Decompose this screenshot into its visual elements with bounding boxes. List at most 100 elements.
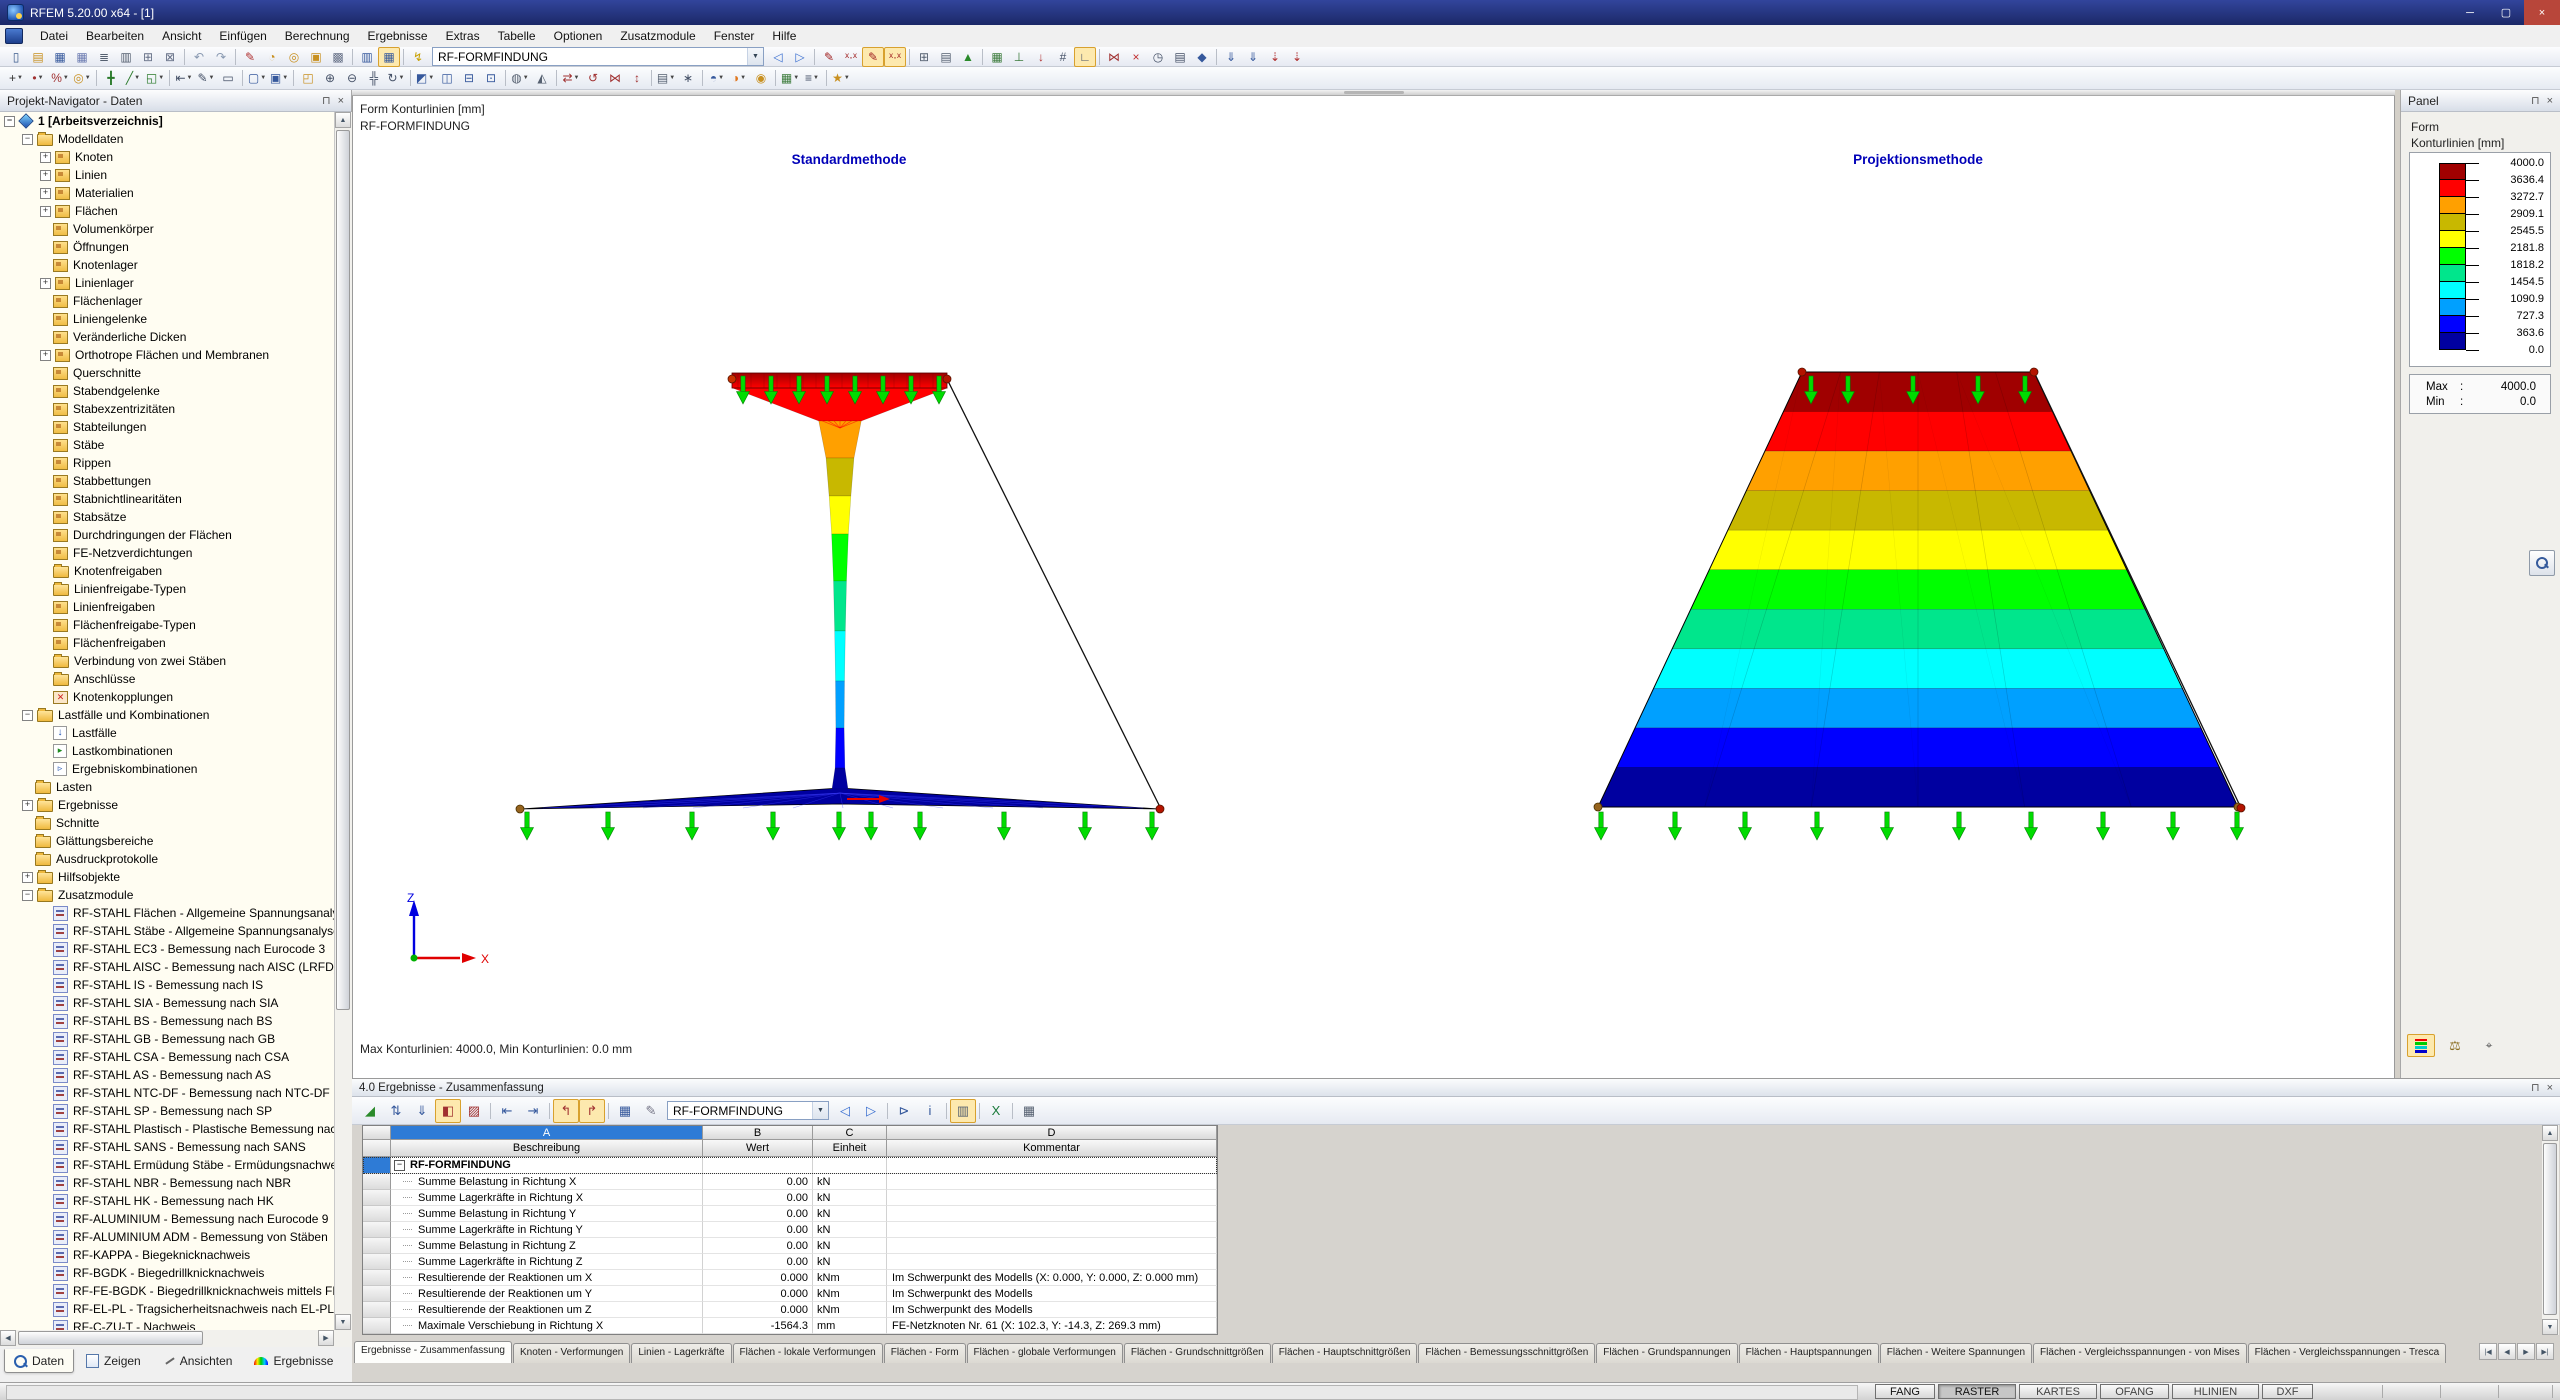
- results-tab[interactable]: Flächen - Form: [884, 1343, 966, 1363]
- jump-next-button[interactable]: ↱: [579, 1099, 605, 1123]
- table-row[interactable]: Summe Lagerkräfte in Richtung Z0.00kN: [363, 1254, 1217, 1270]
- tree-item[interactable]: RF-STAHL Plastisch - Plastische Bemessun…: [0, 1120, 334, 1138]
- row-gutter[interactable]: [363, 1238, 391, 1254]
- tree-item[interactable]: Glättungsbereiche: [0, 832, 334, 850]
- view-isometric-button[interactable]: ◩▼: [414, 68, 436, 88]
- row-gutter[interactable]: [363, 1286, 391, 1302]
- row-gutter[interactable]: [363, 1222, 391, 1238]
- navigator-tab-ansichten[interactable]: Ansichten: [153, 1349, 243, 1373]
- load-arrow-red-1-button[interactable]: ⇣: [1264, 47, 1286, 67]
- table-row[interactable]: Maximale Verschiebung in Richtung X-1564…: [363, 1318, 1217, 1334]
- menu-berechnung[interactable]: Berechnung: [276, 26, 359, 46]
- jump-previous-button[interactable]: ↰: [553, 1099, 579, 1123]
- find-flag-button[interactable]: ⊳: [891, 1099, 917, 1123]
- tree-item[interactable]: Ausdruckprotokolle: [0, 850, 334, 868]
- tree-item[interactable]: RF-STAHL Ermüdung Stäbe - Ermüdungsnachw…: [0, 1156, 334, 1174]
- tree-item[interactable]: Stabsätze: [0, 508, 334, 526]
- show-results-button[interactable]: ✎: [818, 47, 840, 67]
- load-arrow-blue-2-button[interactable]: ⇓: [1242, 47, 1264, 67]
- tree-item[interactable]: RF-STAHL SP - Bemessung nach SP: [0, 1102, 334, 1120]
- tree-item[interactable]: +Orthotrope Flächen und Membranen: [0, 346, 334, 364]
- status-toggle-hlinien[interactable]: HLINIEN: [2172, 1384, 2259, 1399]
- scroll-thumb[interactable]: [2543, 1143, 2557, 1315]
- tree-item[interactable]: Stabendgelenke: [0, 382, 334, 400]
- row-gutter[interactable]: [363, 1157, 391, 1174]
- print-graphic-button[interactable]: ⊞: [913, 47, 935, 67]
- results-tab[interactable]: Linien - Lagerkräfte: [631, 1343, 731, 1363]
- pin-icon[interactable]: ⊓: [2531, 1081, 2540, 1094]
- menu-datei[interactable]: Datei: [31, 26, 77, 46]
- tree-expander[interactable]: +: [22, 800, 33, 811]
- tab-nav-button[interactable]: ◀: [2498, 1343, 2516, 1360]
- table-edit-mode-button[interactable]: ✎: [638, 1099, 664, 1123]
- column-header[interactable]: Kommentar: [887, 1140, 1217, 1157]
- table-row[interactable]: Summe Belastung in Richtung X0.00kN: [363, 1174, 1217, 1190]
- status-toggle-ofang[interactable]: OFANG: [2100, 1384, 2169, 1399]
- results-tab[interactable]: Flächen - Vergleichsspannungen - Tresca: [2248, 1343, 2447, 1363]
- tree-item[interactable]: Veränderliche Dicken: [0, 328, 334, 346]
- status-toggle-fang[interactable]: FANG: [1875, 1384, 1935, 1399]
- tree-item[interactable]: Verbindung von zwei Stäben: [0, 652, 334, 670]
- tree-item[interactable]: +Ergebnisse: [0, 796, 334, 814]
- new-file-button[interactable]: ▯: [5, 47, 27, 67]
- mirror-model-button[interactable]: ⋈: [1103, 47, 1125, 67]
- print-preview-button[interactable]: ▥: [115, 47, 137, 67]
- excel-export-button[interactable]: X: [983, 1099, 1009, 1123]
- table-download-button[interactable]: ⇓: [409, 1099, 435, 1123]
- close-icon[interactable]: ×: [2547, 95, 2553, 107]
- zoom-in-button[interactable]: ⊕: [319, 68, 341, 88]
- navigator-hscrollbar[interactable]: ◀▶: [0, 1330, 352, 1347]
- navigator-tab-daten[interactable]: Daten: [4, 1349, 74, 1373]
- save-file-button[interactable]: ▦: [49, 47, 71, 67]
- table-row[interactable]: Resultierende der Reaktionen um Y0.000kN…: [363, 1286, 1217, 1302]
- scroll-thumb[interactable]: [336, 130, 350, 1010]
- pin-icon[interactable]: ⊓: [322, 94, 331, 107]
- results-tab[interactable]: Ergebnisse - Zusammenfassung: [354, 1341, 512, 1363]
- show-result-values-button[interactable]: ˣ·ˣ: [840, 47, 862, 67]
- view-in-z-button[interactable]: ⊡: [480, 68, 502, 88]
- tree-item[interactable]: Liniengelenke: [0, 310, 334, 328]
- mirror-copy-button[interactable]: ⋈: [604, 68, 626, 88]
- tree-item[interactable]: Flächenfreigabe-Typen: [0, 616, 334, 634]
- status-toggle-dxf[interactable]: DXF: [2262, 1384, 2313, 1399]
- tree-item[interactable]: Öffnungen: [0, 238, 334, 256]
- tree-expander[interactable]: +: [40, 152, 51, 163]
- menu-tabelle[interactable]: Tabelle: [489, 26, 545, 46]
- edit-guide-button[interactable]: ◎▼: [71, 68, 93, 88]
- tree-item[interactable]: ↓Lastfälle: [0, 724, 334, 742]
- tab-nav-button[interactable]: |◀: [2479, 1343, 2497, 1360]
- navigator-tab-zeigen[interactable]: Zeigen: [76, 1349, 151, 1373]
- tree-expander[interactable]: +: [40, 206, 51, 217]
- view-in-x-button[interactable]: ◫: [436, 68, 458, 88]
- select-window-button[interactable]: ▢▼: [246, 68, 268, 88]
- tree-item[interactable]: +Linienlager: [0, 274, 334, 292]
- results-tab[interactable]: Flächen - Grundschnittgrößen: [1124, 1343, 1271, 1363]
- zoom-window-button[interactable]: ◰: [297, 68, 319, 88]
- tree-item[interactable]: RF-STAHL AISC - Bemessung nach AISC (LRF…: [0, 958, 334, 976]
- tree-item[interactable]: RF-BGDK - Biegedrillknicknachweis: [0, 1264, 334, 1282]
- scroll-up-icon[interactable]: ▲: [2542, 1125, 2558, 1141]
- menu-zusatzmodule[interactable]: Zusatzmodule: [611, 26, 704, 46]
- tree-item[interactable]: Linienfreigaben: [0, 598, 334, 616]
- generate-mesh-button[interactable]: ▦▼: [779, 68, 801, 88]
- tree-item[interactable]: Durchdringungen der Flächen: [0, 526, 334, 544]
- delete-results-button[interactable]: ×: [1125, 47, 1147, 67]
- table-row[interactable]: Summe Belastung in Richtung Y0.00kN: [363, 1206, 1217, 1222]
- tree-item[interactable]: Anschlüsse: [0, 670, 334, 688]
- tree-item[interactable]: Lasten: [0, 778, 334, 796]
- column-letter[interactable]: C: [813, 1126, 887, 1140]
- tree-item[interactable]: Linienfreigabe-Typen: [0, 580, 334, 598]
- results-table-mode-button[interactable]: ◢: [357, 1099, 383, 1123]
- status-toggle-raster[interactable]: RASTER: [1938, 1384, 2016, 1399]
- move-copy-button[interactable]: ⇄▼: [560, 68, 582, 88]
- tree-item[interactable]: −Zusatzmodule: [0, 886, 334, 904]
- combo-dropdown-icon[interactable]: ▼: [812, 1102, 828, 1119]
- tree-item[interactable]: ▸Lastkombinationen: [0, 742, 334, 760]
- results-tab[interactable]: Flächen - Vergleichsspannungen - von Mis…: [2033, 1343, 2247, 1363]
- row-gutter[interactable]: [363, 1254, 391, 1270]
- favorites-button[interactable]: ★▼: [830, 68, 852, 88]
- column-letter[interactable]: B: [703, 1126, 813, 1140]
- results-tab[interactable]: Knoten - Verformungen: [513, 1343, 630, 1363]
- tree-item[interactable]: −1 [Arbeitsverzeichnis]: [0, 112, 334, 130]
- group-expander[interactable]: −: [394, 1160, 405, 1171]
